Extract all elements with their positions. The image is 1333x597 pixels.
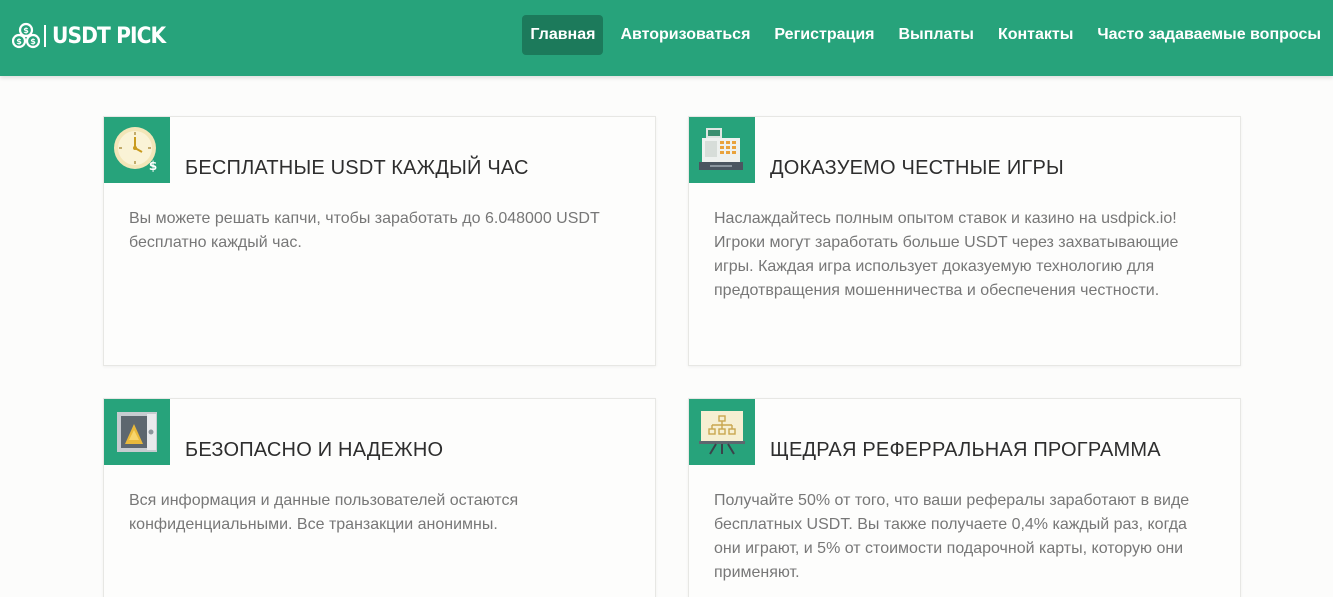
safe-icon xyxy=(117,412,157,452)
nav-login[interactable]: Авторизоваться xyxy=(608,15,762,55)
feature-description: Получайте 50% от того, что ваши рефералы… xyxy=(714,492,1190,581)
feature-card-free-usdt: $ БЕСПЛАТНЫЕ USDT КАЖДЫЙ ЧАС Вы можете р… xyxy=(103,116,656,366)
nav-home[interactable]: Главная xyxy=(522,15,604,55)
feature-title: БЕСПЛАТНЫЕ USDT КАЖДЫЙ ЧАС xyxy=(185,157,529,179)
svg-text:$: $ xyxy=(149,159,157,173)
main-nav: Главная Авторизоваться Регистрация Выпла… xyxy=(522,15,1333,55)
feature-description: Вы можете решать капчи, чтобы заработать… xyxy=(129,210,600,251)
feature-description: Наслаждайтесь полным опытом ставок и каз… xyxy=(714,210,1179,299)
svg-text:$: $ xyxy=(16,37,22,46)
feature-title: БЕЗОПАСНО И НАДЕЖНО xyxy=(185,439,444,461)
feature-icon-box xyxy=(689,399,755,465)
svg-text:$: $ xyxy=(23,26,29,35)
nav-contacts[interactable]: Контакты xyxy=(986,15,1085,55)
logo-divider xyxy=(44,25,46,47)
feature-card-secure: БЕЗОПАСНО И НАДЕЖНО Вся информация и дан… xyxy=(103,398,656,597)
nav-payouts[interactable]: Выплаты xyxy=(887,15,986,55)
presentation-board-icon xyxy=(699,411,745,455)
top-navbar: $ $ $ USDT PICK Главная Авторизоваться Р… xyxy=(0,0,1333,76)
feature-title: ДОКАЗУЕМО ЧЕСТНЫЕ ИГРЫ xyxy=(770,157,1064,179)
nav-register[interactable]: Регистрация xyxy=(762,15,886,55)
feature-icon-box: $ xyxy=(104,117,170,183)
feature-icon-box xyxy=(689,117,755,183)
feature-card-fair-games: ДОКАЗУЕМО ЧЕСТНЫЕ ИГРЫ Наслаждайтесь пол… xyxy=(688,116,1241,366)
brand-logo[interactable]: $ $ $ USDT PICK xyxy=(12,21,175,51)
svg-text:$: $ xyxy=(30,37,36,46)
feature-card-referral: ЩЕДРАЯ РЕФЕРРАЛЬНАЯ ПРОГРАММА Получайте … xyxy=(688,398,1241,597)
feature-icon-box xyxy=(104,399,170,465)
brand-name: USDT PICK xyxy=(52,23,166,49)
coins-icon: $ $ $ xyxy=(12,22,40,49)
nav-faq[interactable]: Часто задаваемые вопросы xyxy=(1085,15,1333,55)
cash-register-icon xyxy=(699,128,743,170)
feature-description: Вся информация и данные пользователей ос… xyxy=(129,492,519,533)
clock-icon: $ xyxy=(114,127,157,173)
feature-title: ЩЕДРАЯ РЕФЕРРАЛЬНАЯ ПРОГРАММА xyxy=(770,439,1161,461)
